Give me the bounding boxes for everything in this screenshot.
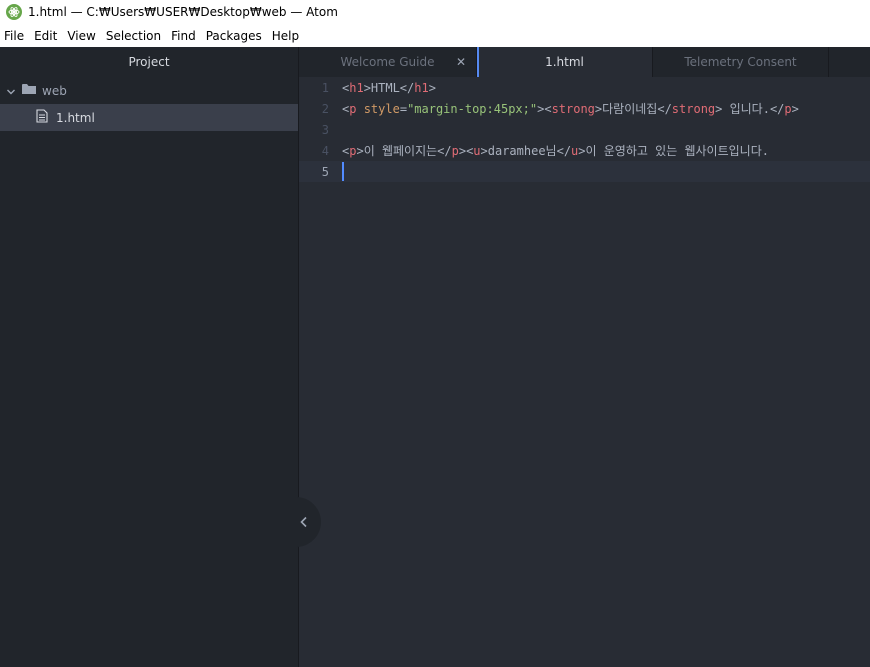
line-number: 2 — [321, 101, 329, 116]
project-panel-title: Project — [128, 55, 170, 69]
code-token: >다람이네집</ — [594, 102, 672, 116]
tree-folder-label: web — [42, 83, 67, 98]
code-token: "margin-top:45px;" — [407, 102, 538, 116]
tree-file-1html[interactable]: 1.html — [0, 104, 298, 131]
code-token: >HTML</ — [363, 80, 415, 95]
code-token: >< — [458, 144, 474, 158]
code-line[interactable]: 2 <p style="margin-top:45px;"><strong>다람이… — [299, 98, 870, 119]
code-token: >daramhee님</ — [480, 144, 572, 158]
code-token: >이 웹페이지는</ — [356, 144, 452, 158]
code-line[interactable]: 5 — [299, 161, 870, 182]
tree-folder-web[interactable]: web — [0, 77, 298, 104]
code-token: h1 — [414, 80, 429, 95]
menu-file[interactable]: File — [0, 29, 29, 43]
code-token: >< — [537, 102, 552, 116]
project-panel: Project web 1.html — [0, 47, 298, 667]
code-token: strong — [671, 102, 716, 116]
code-editor[interactable]: 1 <h1>HTML</h1> 2 <p style="margin-top:45px… — [299, 77, 870, 667]
code-line[interactable]: 3 — [299, 119, 870, 140]
window-title: 1.html — C:₩Users₩USER₩Desktop₩web — Ato… — [28, 5, 338, 19]
menu-help[interactable]: Help — [267, 29, 304, 43]
menu-edit[interactable]: Edit — [29, 29, 62, 43]
code-token: > — [791, 102, 799, 116]
code-token: p — [451, 144, 459, 158]
menu-view[interactable]: View — [62, 29, 100, 43]
line-number: 5 — [321, 164, 329, 179]
menu-packages[interactable]: Packages — [201, 29, 267, 43]
chevron-left-icon — [300, 516, 307, 528]
code-line[interactable]: 1 <h1>HTML</h1> — [299, 77, 870, 98]
tree-file-label: 1.html — [56, 110, 95, 125]
code-line[interactable]: 4 <p>이 웹페이지는</p><u>daramhee님</u>이 운영하고 있는… — [299, 140, 870, 161]
tab-welcome-guide[interactable]: Welcome Guide ✕ — [299, 47, 477, 77]
code-token: p — [784, 102, 792, 116]
code-text: <p style="margin-top:45px;"><strong>다람이네… — [342, 100, 799, 117]
chevron-down-icon[interactable] — [6, 86, 16, 96]
line-number: 3 — [321, 122, 329, 137]
code-token: u — [473, 144, 481, 158]
text-cursor — [342, 162, 344, 181]
tab-1html[interactable]: 1.html — [477, 47, 653, 77]
file-text-icon — [36, 109, 48, 126]
folder-icon — [22, 83, 36, 98]
code-token: h1 — [349, 80, 364, 95]
atom-logo-icon — [6, 4, 22, 20]
title-bar: 1.html — C:₩Users₩USER₩Desktop₩web — Ato… — [0, 0, 870, 24]
code-token: = — [399, 102, 408, 116]
code-token: style — [363, 102, 400, 116]
code-text: <h1>HTML</h1> — [342, 81, 436, 95]
tab-label: 1.html — [545, 55, 584, 69]
tab-telemetry-consent[interactable]: Telemetry Consent — [653, 47, 829, 77]
tab-bar: Welcome Guide ✕ 1.html Telemetry Consent — [299, 47, 870, 77]
close-icon[interactable]: ✕ — [456, 55, 466, 69]
menu-bar: File Edit View Selection Find Packages H… — [0, 24, 870, 47]
code-text: <p>이 웹페이지는</p><u>daramhee님</u>이 운영하고 있는 … — [342, 142, 769, 159]
code-token: >이 운영하고 있는 웹사이트입니다. — [578, 144, 769, 158]
code-token: > — [428, 80, 436, 95]
code-token: > 입니다.</ — [715, 102, 785, 116]
line-number: 1 — [321, 80, 329, 95]
code-token: strong — [551, 102, 595, 116]
line-number: 4 — [321, 143, 329, 158]
tab-label: Telemetry Consent — [684, 55, 797, 69]
menu-selection[interactable]: Selection — [101, 29, 166, 43]
tab-label: Welcome Guide — [340, 55, 435, 69]
menu-find[interactable]: Find — [166, 29, 201, 43]
